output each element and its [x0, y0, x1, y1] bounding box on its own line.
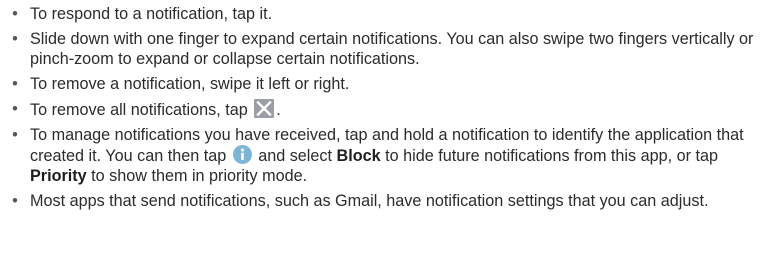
clear-all-icon: [254, 99, 275, 118]
item-text: Slide down with one finger to expand cer…: [30, 30, 754, 68]
bullet: •: [12, 192, 18, 210]
list-item: • Most apps that send notifications, suc…: [8, 191, 768, 211]
info-icon: [232, 145, 252, 164]
list-item: • Slide down with one finger to expand c…: [8, 29, 768, 69]
priority-label: Priority: [30, 167, 87, 185]
bullet: •: [12, 5, 18, 23]
bullet: •: [12, 100, 18, 118]
item-text: To remove all notifications, tap .: [30, 99, 768, 120]
list-item: • To manage notifications you have recei…: [8, 125, 768, 186]
bullet: •: [12, 75, 18, 93]
list-item: • To remove a notification, swipe it lef…: [8, 74, 768, 94]
list-item: • To respond to a notification, tap it.: [8, 4, 768, 24]
item-text: To manage notifications you have receive…: [30, 125, 768, 186]
text-segment: To remove all notifications, tap: [30, 101, 253, 119]
text-segment: and select: [253, 147, 337, 165]
text-segment: .: [276, 101, 281, 119]
text-segment: to hide future notifications from this a…: [380, 147, 719, 165]
item-text: To remove a notification, swipe it left …: [30, 75, 350, 93]
notification-tips-list: • To respond to a notification, tap it. …: [8, 4, 768, 216]
item-text: To respond to a notification, tap it.: [30, 5, 273, 23]
bullet: •: [12, 126, 18, 144]
bullet: •: [12, 30, 18, 48]
list-item: • To remove all notifications, tap .: [8, 99, 768, 120]
item-text: Most apps that send notifications, such …: [30, 192, 709, 210]
block-label: Block: [336, 147, 381, 165]
text-segment: to show them in priority mode.: [86, 167, 308, 185]
